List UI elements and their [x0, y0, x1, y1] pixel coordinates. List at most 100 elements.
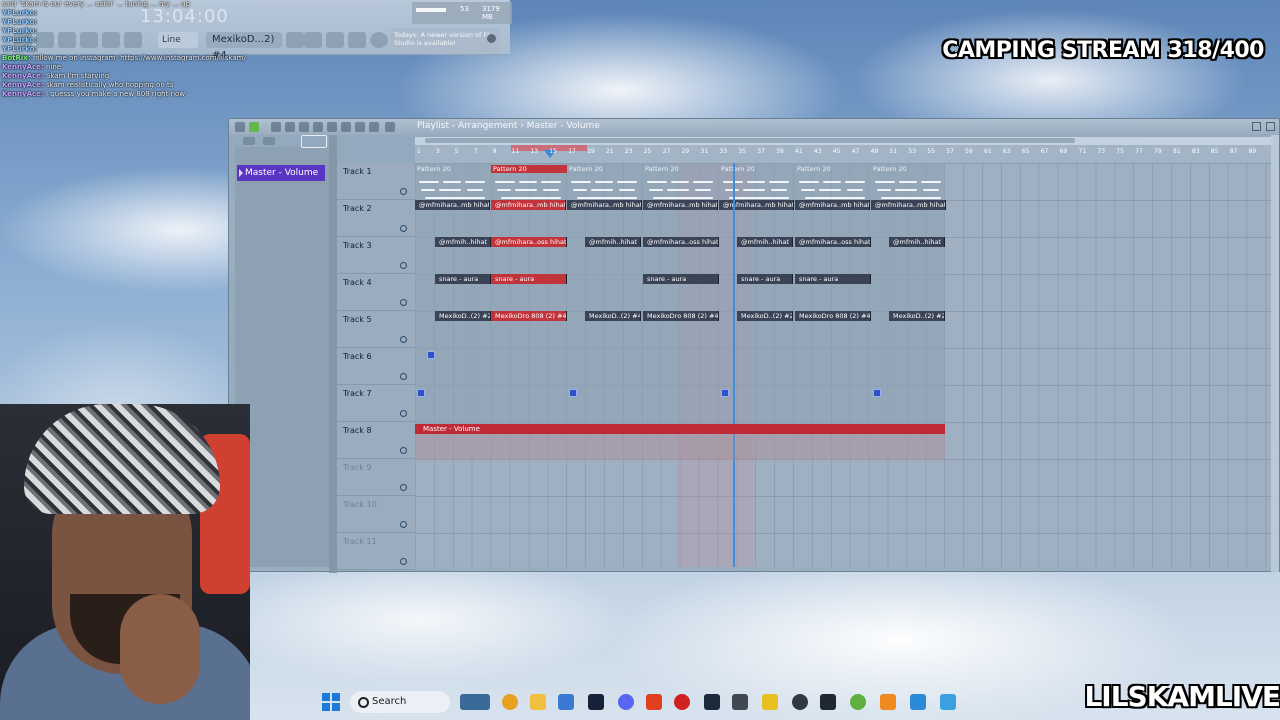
track-header[interactable]: Track 6	[337, 348, 415, 385]
store-icon[interactable]	[558, 694, 574, 710]
clip-hihat-alt[interactable]: @mfmihara..oss hihat	[643, 237, 719, 247]
delete-icon[interactable]	[299, 122, 309, 132]
automation-marker-icon[interactable]	[427, 351, 435, 359]
track-header[interactable]: Track 7	[337, 385, 415, 422]
timeline-ruler[interactable]: 1 3 5 7 9 11 13 15 17 19 21 23 25 27 29 31 33 35 37 39 41 43 4…	[415, 145, 1273, 164]
fl-studio-icon[interactable]	[880, 694, 896, 710]
windows-start-icon[interactable]	[322, 693, 340, 711]
zoom-icon[interactable]	[369, 122, 379, 132]
picker-item-master-volume[interactable]: Master - Volume	[237, 165, 325, 181]
maximize-icon[interactable]	[1266, 122, 1275, 131]
clip-snare[interactable]: snare - aura	[795, 274, 871, 284]
track-header[interactable]: Track 1	[337, 163, 415, 200]
automation-marker-icon[interactable]	[721, 389, 729, 397]
track-enable-icon[interactable]	[400, 521, 407, 528]
arrow-icon[interactable]	[235, 122, 245, 132]
track-enable-icon[interactable]	[400, 447, 407, 454]
arrangement-grid[interactable]: Pattern 20 Pattern 20 Pattern 20 Pattern 20…	[415, 163, 1273, 567]
clip-hihat-alt[interactable]: @mfmih..hihat	[585, 237, 641, 247]
snap-icon[interactable]	[301, 135, 327, 148]
alt-button[interactable]	[348, 32, 366, 48]
clip-hihat[interactable]: @mfmihara..mb hihat	[415, 200, 490, 210]
track-header[interactable]: Track 4	[337, 274, 415, 311]
app4-icon[interactable]	[910, 694, 926, 710]
track-header[interactable]: Track 5	[337, 311, 415, 348]
track-enable-icon[interactable]	[400, 188, 407, 195]
widgets-icon[interactable]	[460, 694, 490, 710]
clip-master-volume[interactable]: Master - Volume	[415, 424, 945, 434]
clip-hihat[interactable]: @mfmihara..mb hihat	[719, 200, 794, 210]
shift-button[interactable]	[304, 32, 322, 48]
track-header[interactable]: Track 8	[337, 422, 415, 459]
playback-icon[interactable]	[385, 122, 395, 132]
clip-hihat[interactable]: @mfmihara..mb hihat	[491, 200, 566, 210]
clip-pattern-20[interactable]: Pattern 20	[871, 165, 947, 173]
clip-pattern-20[interactable]: Pattern 20	[567, 165, 643, 173]
clip-808[interactable]: MexikoDro 808 (2) #4	[643, 311, 719, 321]
clip-hihat-alt[interactable]: @mfmih..hihat	[435, 237, 491, 247]
picker-filter-icon[interactable]	[243, 137, 255, 145]
discord-icon[interactable]	[618, 694, 634, 710]
select-icon[interactable]	[355, 122, 365, 132]
clip-808[interactable]: MexikoD..(2) #4	[585, 311, 641, 321]
panel-divider[interactable]	[329, 135, 337, 573]
track-enable-icon[interactable]	[400, 484, 407, 491]
track-enable-icon[interactable]	[400, 558, 407, 565]
clip-hihat-alt[interactable]: @mfmihara..oss hihat	[491, 237, 567, 247]
stamp-icon[interactable]	[249, 122, 259, 132]
picker-arrow-icon[interactable]	[263, 137, 275, 145]
brave-icon[interactable]	[646, 694, 662, 710]
automation-marker-icon[interactable]	[873, 389, 881, 397]
track-enable-icon[interactable]	[400, 262, 407, 269]
track-header[interactable]: Track 9	[337, 459, 415, 496]
automation-marker-icon[interactable]	[569, 389, 577, 397]
playhead[interactable]	[733, 163, 735, 567]
clip-hihat[interactable]: @mfmihara..mb hihat	[871, 200, 946, 210]
add-pattern-button[interactable]	[286, 32, 304, 48]
scroll-thumb[interactable]	[425, 138, 1075, 143]
clip-pattern-20[interactable]: Pattern 20	[719, 165, 795, 173]
track-header[interactable]: Track 10	[337, 496, 415, 533]
slip-icon[interactable]	[327, 122, 337, 132]
taskbar-search[interactable]: Search	[350, 691, 450, 713]
minimize-icon[interactable]	[1252, 122, 1261, 131]
brush-icon[interactable]	[285, 122, 295, 132]
clip-hihat-alt[interactable]: @mfmih..hihat	[737, 237, 793, 247]
clip-808[interactable]: MexikoDro 808 (2) #4	[795, 311, 871, 321]
clip-hihat[interactable]: @mfmihara..mb hihat	[643, 200, 718, 210]
clip-snare[interactable]: snare - aura	[435, 274, 491, 284]
app2-icon[interactable]	[792, 694, 808, 710]
track-enable-icon[interactable]	[400, 225, 407, 232]
track-header[interactable]: Track 2	[337, 200, 415, 237]
update-notice[interactable]: Todays: A newer version of FL Studio is …	[390, 28, 500, 52]
clip-pattern-20[interactable]: Pattern 20	[795, 165, 871, 173]
horizontal-scrollbar[interactable]	[415, 137, 1273, 145]
clip-pattern-20[interactable]: Pattern 20	[491, 165, 567, 173]
notepad-icon[interactable]	[940, 694, 956, 710]
track-enable-icon[interactable]	[400, 410, 407, 417]
chrome-icon[interactable]	[502, 694, 518, 710]
mute-icon[interactable]	[313, 122, 323, 132]
clip-hihat-alt[interactable]: @mfmih..hihat	[889, 237, 945, 247]
close-icon[interactable]	[487, 34, 496, 43]
steam-icon[interactable]	[704, 694, 720, 710]
slice-icon[interactable]	[341, 122, 351, 132]
clip-hihat[interactable]: @mfmihara..mb hihat	[795, 200, 870, 210]
folder-icon[interactable]	[762, 694, 778, 710]
ctrl-button[interactable]	[326, 32, 344, 48]
track-enable-icon[interactable]	[400, 373, 407, 380]
clip-snare[interactable]: snare - aura	[737, 274, 793, 284]
track-enable-icon[interactable]	[400, 299, 407, 306]
pencil-icon[interactable]	[271, 122, 281, 132]
terminal-icon[interactable]	[732, 694, 748, 710]
clip-808[interactable]: MexikoD..(2) #2	[737, 311, 793, 321]
clip-808[interactable]: MexikoDro 808 (2) #4	[491, 311, 567, 321]
app-icon[interactable]	[674, 694, 690, 710]
clip-hihat[interactable]: @mfmihara..mb hihat	[567, 200, 642, 210]
photoshop-icon[interactable]	[588, 694, 604, 710]
clip-808[interactable]: MexikoD..(2) #2	[435, 311, 491, 321]
clip-hihat-alt[interactable]: @mfmihara..oss hihat	[795, 237, 871, 247]
track-header[interactable]: Track 3	[337, 237, 415, 274]
playlist-titlebar[interactable]: Playlist - Arrangement › Master - Volume	[229, 119, 1279, 135]
clip-808[interactable]: MexikoD..(2) #2	[889, 311, 945, 321]
